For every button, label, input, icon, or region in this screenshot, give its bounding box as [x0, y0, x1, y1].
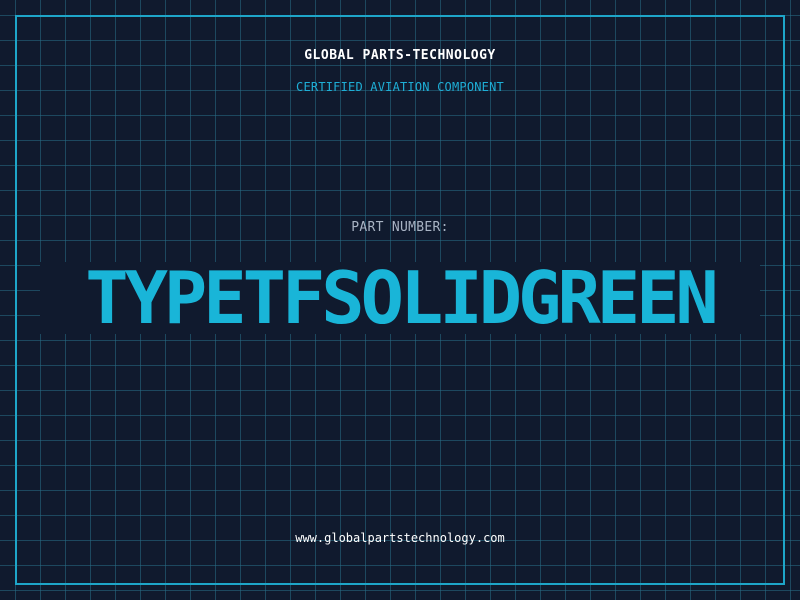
part-number-label: PART NUMBER: [351, 220, 449, 235]
company-name: GLOBAL PARTS-TECHNOLOGY [304, 48, 496, 63]
part-number: TYPETFSOLIDGREEN [85, 256, 719, 340]
tagline: CERTIFIED AVIATION COMPONENT [296, 80, 504, 94]
website-url: www.globalpartstechnology.com [295, 531, 505, 545]
